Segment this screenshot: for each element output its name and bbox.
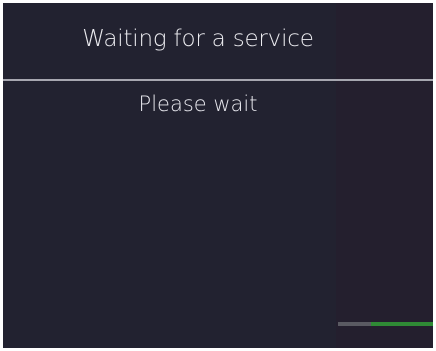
waiting-dialog: Waiting for a service Please wait [0,0,436,351]
wait-message: Please wait [138,92,258,116]
dialog-title: Waiting for a service [82,26,314,52]
title-divider [3,79,433,81]
progress-fill [371,322,433,326]
progress-bar [338,322,433,326]
